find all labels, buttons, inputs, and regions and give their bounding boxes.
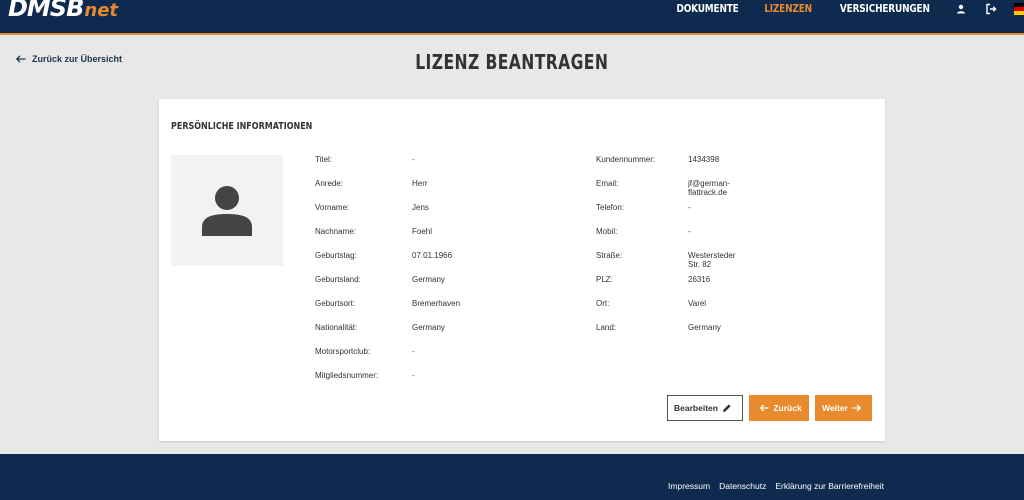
footer-link-datenschutz[interactable]: Datenschutz (719, 481, 766, 491)
action-buttons: Bearbeiten Zurück Weiter (661, 395, 872, 421)
logout-icon[interactable] (984, 2, 998, 16)
header-accent-stripe (0, 33, 1024, 35)
logo-sub-text: net (84, 0, 119, 21)
page-title: LIZENZ BEANTRAGEN (415, 50, 609, 74)
next-button-label: Weiter (822, 403, 848, 413)
dmsb-net-logo[interactable]: DMSB net (8, 0, 118, 24)
section-title: PERSÖNLICHE INFORMATIONEN (171, 121, 313, 132)
person-placeholder-icon (202, 185, 252, 236)
german-flag-icon[interactable] (1014, 3, 1024, 15)
edit-button[interactable]: Bearbeiten (667, 395, 743, 421)
main-nav: DOKUMENTE LIZENZEN VERSICHERUNGEN (671, 0, 1024, 18)
user-icon[interactable] (954, 2, 968, 16)
top-navigation-bar: DMSB net DOKUMENTE LIZENZEN VERSICHERUNG… (0, 0, 1024, 33)
footer-link-barrierefreiheit[interactable]: Erklärung zur Barrierefreiheit (775, 481, 884, 491)
nav-dokumente[interactable]: DOKUMENTE (677, 3, 739, 15)
avatar (171, 155, 283, 266)
footer-link-impressum[interactable]: Impressum (668, 481, 710, 491)
edit-button-label: Bearbeiten (674, 403, 718, 413)
nav-lizenzen[interactable]: LIZENZEN (764, 3, 812, 15)
nav-versicherungen[interactable]: VERSICHERUNGEN (840, 3, 930, 15)
footer-links: Impressum Datenschutz Erklärung zur Barr… (659, 481, 884, 491)
back-button[interactable]: Zurück (749, 395, 809, 421)
footer: Impressum Datenschutz Erklärung zur Barr… (0, 454, 1024, 500)
arrow-left-icon (760, 404, 769, 412)
next-button[interactable]: Weiter (815, 395, 872, 421)
back-button-label: Zurück (773, 403, 802, 413)
arrow-right-icon (852, 404, 861, 412)
logo-main-text: DMSB (8, 0, 84, 22)
pencil-icon (722, 404, 731, 412)
personal-info-card: PERSÖNLICHE INFORMATIONEN Titel: - Anrede… (159, 99, 885, 441)
